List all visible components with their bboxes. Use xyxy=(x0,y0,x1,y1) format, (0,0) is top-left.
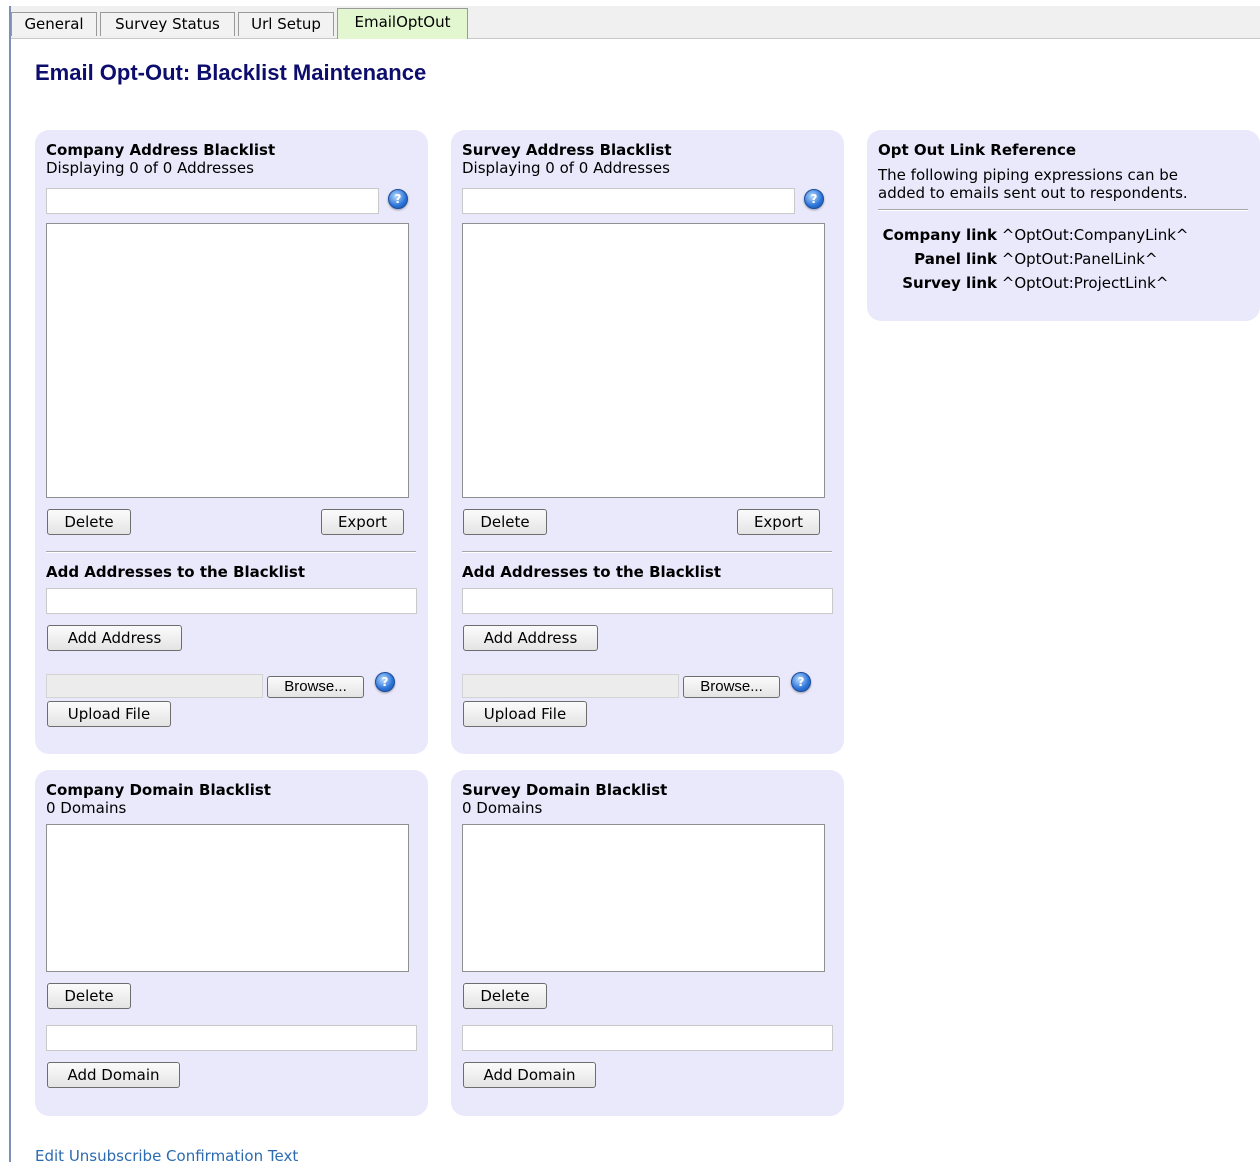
company-domain-add-input[interactable] xyxy=(46,1025,417,1051)
company-domain-title: Company Domain Blacklist xyxy=(46,781,271,799)
survey-address-count: Displaying 0 of 0 Addresses xyxy=(462,159,670,177)
survey-file-path-field[interactable] xyxy=(462,674,679,698)
company-address-count: Displaying 0 of 0 Addresses xyxy=(46,159,254,177)
company-address-filter-input[interactable] xyxy=(46,188,379,214)
survey-domain-panel: Survey Domain Blacklist 0 Domains Delete… xyxy=(451,770,844,1116)
left-border xyxy=(9,6,11,1162)
tab-email-opt-out[interactable]: EmailOptOut xyxy=(337,8,468,39)
company-domain-panel: Company Domain Blacklist 0 Domains Delet… xyxy=(35,770,428,1116)
tab-survey-status[interactable]: Survey Status xyxy=(100,12,235,36)
reference-description-line2: added to emails sent out to respondents. xyxy=(878,184,1188,202)
reference-label: Survey link xyxy=(902,274,997,292)
company-address-add-heading: Add Addresses to the Blacklist xyxy=(46,563,306,581)
survey-address-export-button[interactable]: Export xyxy=(737,509,820,535)
reference-title: Opt Out Link Reference xyxy=(878,141,1077,159)
company-domain-delete-button[interactable]: Delete xyxy=(47,983,131,1009)
survey-add-address-button[interactable]: Add Address xyxy=(463,625,598,651)
reference-description-line1: The following piping expressions can be xyxy=(878,166,1178,184)
company-add-address-button[interactable]: Add Address xyxy=(47,625,182,651)
company-address-title: Company Address Blacklist xyxy=(46,141,276,159)
survey-domain-title: Survey Domain Blacklist xyxy=(462,781,668,799)
survey-address-panel: Survey Address Blacklist Displaying 0 of… xyxy=(451,130,844,754)
survey-upload-file-button[interactable]: Upload File xyxy=(463,701,587,727)
survey-address-listbox[interactable] xyxy=(462,223,825,498)
divider xyxy=(878,209,1248,211)
divider xyxy=(462,551,832,553)
survey-domain-listbox[interactable] xyxy=(462,824,825,972)
company-address-add-input[interactable] xyxy=(46,588,417,614)
reference-expression: ^OptOut:PanelLink^ xyxy=(1001,250,1158,268)
company-address-export-button[interactable]: Export xyxy=(321,509,404,535)
survey-address-title: Survey Address Blacklist xyxy=(462,141,672,159)
survey-address-add-heading: Add Addresses to the Blacklist xyxy=(462,563,722,581)
company-address-delete-button[interactable]: Delete xyxy=(47,509,131,535)
tab-strip: General Survey Status Url Setup EmailOpt… xyxy=(11,6,1260,39)
company-domain-count: 0 Domains xyxy=(46,799,127,817)
reference-row-survey: Survey link ^OptOut:ProjectLink^ xyxy=(877,274,1168,292)
company-browse-button[interactable]: Browse... xyxy=(267,676,364,698)
company-upload-file-button[interactable]: Upload File xyxy=(47,701,171,727)
help-question-icon[interactable]: ? xyxy=(791,672,811,692)
survey-add-domain-button[interactable]: Add Domain xyxy=(463,1062,596,1088)
company-address-listbox[interactable] xyxy=(46,223,409,498)
reference-label: Panel link xyxy=(914,250,997,268)
edit-unsubscribe-text-link[interactable]: Edit Unsubscribe Confirmation Text xyxy=(35,1147,298,1165)
reference-label: Company link xyxy=(882,226,997,244)
page-title: Email Opt-Out: Blacklist Maintenance xyxy=(35,60,427,85)
survey-address-add-input[interactable] xyxy=(462,588,833,614)
help-question-icon[interactable]: ? xyxy=(804,189,824,209)
survey-address-filter-input[interactable] xyxy=(462,188,795,214)
survey-domain-count: 0 Domains xyxy=(462,799,543,817)
company-add-domain-button[interactable]: Add Domain xyxy=(47,1062,180,1088)
company-domain-listbox[interactable] xyxy=(46,824,409,972)
tab-url-setup[interactable]: Url Setup xyxy=(238,12,334,36)
survey-domain-add-input[interactable] xyxy=(462,1025,833,1051)
reference-row-panel: Panel link ^OptOut:PanelLink^ xyxy=(877,250,1158,268)
reference-expression: ^OptOut:CompanyLink^ xyxy=(1001,226,1189,244)
divider xyxy=(46,551,416,553)
help-question-icon[interactable]: ? xyxy=(375,672,395,692)
help-question-icon[interactable]: ? xyxy=(388,189,408,209)
reference-expression: ^OptOut:ProjectLink^ xyxy=(1001,274,1169,292)
company-address-panel: Company Address Blacklist Displaying 0 o… xyxy=(35,130,428,754)
survey-domain-delete-button[interactable]: Delete xyxy=(463,983,547,1009)
survey-address-delete-button[interactable]: Delete xyxy=(463,509,547,535)
tab-general[interactable]: General xyxy=(11,12,97,36)
opt-out-reference-panel: Opt Out Link Reference The following pip… xyxy=(867,130,1260,321)
reference-row-company: Company link ^OptOut:CompanyLink^ xyxy=(877,226,1189,244)
company-file-path-field[interactable] xyxy=(46,674,263,698)
survey-browse-button[interactable]: Browse... xyxy=(683,676,780,698)
